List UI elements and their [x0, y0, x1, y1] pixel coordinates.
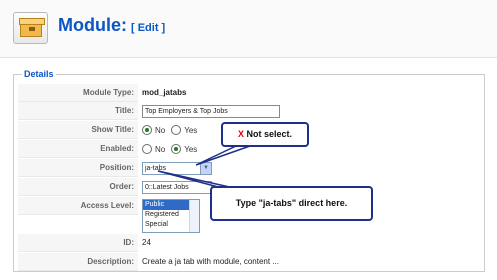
row-module-type: Module Type: mod_jatabs	[18, 84, 484, 102]
listbox-scrollbar[interactable]	[189, 200, 199, 232]
show-title-no-label: No	[155, 125, 166, 135]
edit-mode-label: [ Edit ]	[131, 22, 166, 34]
id-value: 24	[142, 238, 151, 247]
callout-type-direct-text: Type "ja-tabs" direct here.	[235, 198, 348, 208]
row-title: Title: Top Employers & Top Jobs	[18, 102, 484, 120]
callout-not-select: X Not select.	[221, 122, 309, 147]
access-level-listbox[interactable]: Public Registered Special	[142, 199, 200, 233]
access-level-option[interactable]: Public	[143, 200, 189, 210]
enabled-label: Enabled:	[18, 140, 138, 158]
id-label: ID:	[18, 234, 138, 252]
details-legend: Details	[22, 69, 56, 79]
page-title: Module:[ Edit ]	[58, 15, 166, 35]
title-input[interactable]: Top Employers & Top Jobs	[142, 105, 280, 118]
position-select[interactable]: ja-tabs ▼	[142, 162, 212, 175]
enabled-radio-group: No Yes	[142, 142, 203, 156]
show-title-radio-group: No Yes	[142, 123, 203, 137]
enabled-no-label: No	[155, 144, 166, 154]
position-label: Position:	[18, 159, 138, 177]
row-id: ID: 24	[18, 234, 484, 252]
show-title-yes-radio[interactable]	[171, 125, 182, 135]
module-type-value: mod_jatabs	[142, 88, 187, 97]
order-select-value: 0::Latest Jobs	[145, 184, 189, 191]
description-label: Description:	[18, 253, 138, 271]
position-select-value: ja-tabs	[145, 165, 167, 172]
show-title-label: Show Title:	[18, 121, 138, 139]
page-header: Module:[ Edit ]	[0, 0, 497, 58]
show-title-no-radio[interactable]	[142, 125, 152, 135]
order-select[interactable]: 0::Latest Jobs	[142, 181, 212, 194]
callout-not-select-text: Not select.	[246, 129, 293, 139]
module-type-label: Module Type:	[18, 84, 138, 102]
module-box-icon	[13, 12, 48, 44]
enabled-yes-label: Yes	[184, 144, 198, 154]
enabled-no-radio[interactable]	[142, 144, 152, 154]
description-value: Create a ja tab with module, content ...	[142, 257, 279, 266]
chevron-down-icon[interactable]: ▼	[200, 163, 211, 174]
show-title-yes-label: Yes	[184, 125, 198, 135]
row-position: Position: ja-tabs ▼	[18, 159, 484, 177]
callout-type-direct: Type "ja-tabs" direct here.	[210, 186, 373, 221]
enabled-yes-radio[interactable]	[171, 144, 182, 154]
title-label: Title:	[18, 102, 138, 120]
row-description: Description: Create a ja tab with module…	[18, 253, 484, 271]
warning-x-mark: X	[237, 129, 244, 139]
order-label: Order:	[18, 178, 138, 196]
access-level-label: Access Level:	[18, 197, 138, 215]
